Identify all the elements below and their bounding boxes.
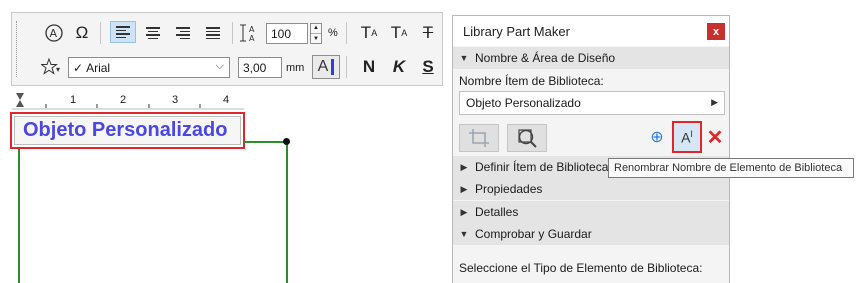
align-justify-icon[interactable] [200,22,226,44]
line-height-input[interactable]: 3,00 [238,57,282,78]
object-guide-line-right [286,141,288,283]
ruler-tick-label: 1 [70,94,77,106]
check-icon: ✓ [73,60,84,75]
subscript-icon[interactable]: TA [386,22,412,44]
svg-text:▾: ▾ [56,65,60,74]
expand-arrow-icon: ▶ [460,161,468,172]
expand-arrow-icon: ▶ [460,206,468,217]
strikethrough-icon[interactable]: T [416,22,440,44]
font-size-icon: AA [238,22,264,44]
ruler-tick-label: 4 [223,94,230,106]
add-icon[interactable]: ⊕ [649,129,665,146]
section-name-design[interactable]: ▼ Nombre & Área de Diseño [453,47,729,69]
font-size-unit: % [328,27,338,39]
section-label: Definir Ítem de Biblioteca [475,160,609,174]
section-label: Comprobar y Guardar [475,227,592,241]
hotspot-node[interactable] [283,138,290,145]
section-label: Detalles [475,205,519,219]
panel-title: Library Part Maker [463,24,570,39]
object-label-highlight: Objeto Personalizado [10,112,245,149]
italic-button[interactable]: K [386,56,412,78]
zoom-area-button[interactable] [507,124,547,152]
stepper-up-icon[interactable]: ▲ [311,24,321,34]
font-select[interactable]: ✓ Arial ⌵ [68,57,230,78]
text-color-button[interactable]: A [312,55,340,79]
name-field-label: Nombre Ítem de Biblioteca: [459,74,604,88]
toolbar-separator [346,56,347,78]
delete-x-icon[interactable]: ✕ [705,126,725,149]
text-color-glyph: A [317,58,329,75]
font-size-stepper[interactable]: ▲ ▼ [310,23,322,44]
section-details[interactable]: ▶ Detalles [453,201,729,223]
object-name-text[interactable]: Objeto Personalizado [14,116,241,145]
crop-icon [469,129,489,147]
toolbar-grip[interactable] [16,21,18,77]
expand-arrow-icon: ▶ [460,183,468,194]
special-character-icon[interactable]: Ω [70,22,94,44]
ruler-tick-label: 3 [172,94,179,106]
section-properties[interactable]: ▶ Propiedades [453,178,729,200]
rename-text-icon: AI [681,128,693,146]
stepper-down-icon[interactable]: ▼ [311,34,321,44]
select-type-label: Seleccione el Tipo de Elemento de Biblio… [459,261,703,275]
toolbar-separator [100,22,101,44]
chevron-down-icon: ⌵ [215,60,224,72]
collapse-arrow-icon: ▼ [459,229,469,239]
underline-button[interactable]: S [416,56,440,78]
font-name: Arial [86,60,111,75]
chevron-right-icon: ▶ [711,97,718,107]
zoom-fit-icon [518,129,537,148]
object-guide-line-left [18,149,20,283]
section-label: Propiedades [475,182,543,196]
library-item-name-field[interactable]: Objeto Personalizado ▶ [459,91,725,115]
collapse-arrow-icon: ▼ [459,53,469,63]
toolbar-separator [232,22,233,44]
text-format-toolbar: A Ω AA 100 ▲ ▼ % TA TA T ▾ ✓ Arial ⌵ 3,0… [11,12,443,86]
align-right-icon[interactable] [170,22,196,44]
superscript-icon[interactable]: TA [356,22,382,44]
ruler-tick-label: 2 [120,94,127,106]
align-left-icon[interactable] [110,21,136,43]
svg-text:A: A [50,27,58,40]
text-curve-icon[interactable]: A [42,22,66,44]
align-center-icon[interactable] [140,22,166,44]
object-guide-line-top [244,141,288,143]
library-part-maker-panel: Library Part Maker x ▼ Nombre & Área de … [452,15,730,283]
crop-area-button[interactable] [459,124,499,152]
line-height-unit: mm [286,62,305,74]
font-size-input[interactable]: 100 [266,23,308,44]
library-item-name-value: Objeto Personalizado [466,96,581,110]
toolbar-separator [346,22,347,44]
svg-text:A: A [249,25,255,34]
rename-tooltip: Renombrar Nombre de Elemento de Bibliote… [608,158,854,178]
section-check-save[interactable]: ▼ Comprobar y Guardar [453,223,729,245]
panel-titlebar[interactable]: Library Part Maker x [453,16,729,46]
font-favorites-icon[interactable]: ▾ [40,56,64,78]
svg-text:A: A [249,34,255,43]
text-color-swatch [331,59,335,75]
close-button[interactable]: x [707,23,725,40]
text-ruler: 1 2 3 4 [12,91,244,111]
rename-library-item-button[interactable]: AI [672,121,702,153]
section-label: Nombre & Área de Diseño [475,51,616,65]
bold-button[interactable]: N [356,56,382,78]
